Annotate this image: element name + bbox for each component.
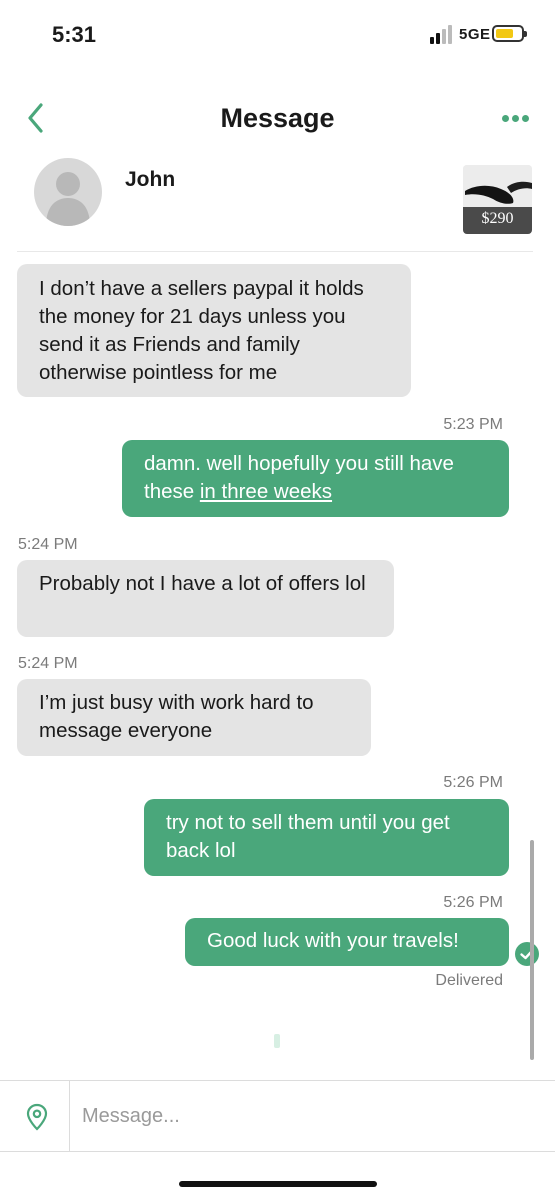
battery-icon <box>492 25 527 42</box>
scrollbar[interactable] <box>530 840 534 1060</box>
message-screen: 5:31 5GE Message John $290 I don’t have … <box>0 0 555 1200</box>
location-pin-icon <box>26 1103 48 1131</box>
more-options-button[interactable] <box>500 112 532 126</box>
status-time: 5:31 <box>52 22 97 47</box>
message-bubble-outgoing[interactable]: try not to sell them until you get back … <box>144 799 509 876</box>
status-bar: 5:31 5GE <box>0 0 555 70</box>
message-bubble-incoming[interactable]: I don’t have a sellers paypal it holds t… <box>17 264 411 397</box>
delivered-status-icon <box>515 942 539 966</box>
message-bubble-incoming[interactable]: Probably not I have a lot of offers lol <box>17 560 394 637</box>
message-text: try not to sell them until you get back … <box>166 811 450 862</box>
signal-icon <box>430 24 456 44</box>
message-timestamp: 5:24 PM <box>18 536 78 553</box>
message-timestamp: 5:26 PM <box>443 894 503 911</box>
loading-indicator <box>274 1034 280 1048</box>
location-button[interactable] <box>26 1103 48 1131</box>
message-link[interactable]: in three weeks <box>200 480 332 503</box>
product-price: $290 <box>481 210 514 227</box>
message-text: Good luck with your travels! <box>207 929 459 952</box>
home-indicator[interactable] <box>179 1181 377 1187</box>
message-bubble-incoming[interactable]: I’m just busy with work hard to message … <box>17 679 371 756</box>
message-bubble-outgoing[interactable]: damn. well hopefully you still have thes… <box>122 440 509 517</box>
delivery-status: Delivered <box>435 972 503 989</box>
avatar[interactable] <box>34 158 102 226</box>
contact-name[interactable]: John <box>125 168 175 192</box>
more-dots-icon <box>502 115 509 122</box>
product-thumbnail[interactable]: $290 <box>463 165 532 234</box>
check-icon <box>520 949 534 960</box>
message-text: I don’t have a sellers paypal it holds t… <box>39 277 364 384</box>
clipped-timestamp: 5:17 PM <box>18 252 78 256</box>
page-title: Message <box>220 103 335 133</box>
message-text: Probably not I have a lot of offers lol <box>39 572 366 595</box>
network-type: 5GE <box>459 26 491 43</box>
message-list[interactable]: 5:17 PM I don’t have a sellers paypal it… <box>0 252 555 1080</box>
message-input[interactable] <box>82 1095 522 1137</box>
message-bubble-outgoing[interactable]: Good luck with your travels! <box>185 918 509 966</box>
message-composer <box>0 1080 555 1152</box>
message-timestamp: 5:24 PM <box>18 655 78 672</box>
avatar-placeholder-icon <box>46 172 90 226</box>
message-text: I’m just busy with work hard to message … <box>39 691 314 742</box>
message-timestamp: 5:23 PM <box>443 416 503 433</box>
message-timestamp: 5:26 PM <box>443 774 503 791</box>
composer-divider <box>69 1081 70 1151</box>
